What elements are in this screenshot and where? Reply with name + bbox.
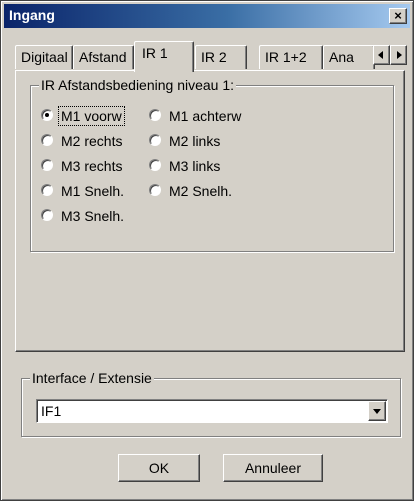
- ok-button[interactable]: OK: [118, 454, 200, 482]
- tab-label: Digitaal: [21, 49, 68, 65]
- arrow-left-icon: [378, 51, 383, 59]
- tab-ir2[interactable]: IR 2: [195, 45, 247, 69]
- close-icon: ×: [394, 8, 402, 23]
- radio-indicator: [149, 159, 161, 171]
- tab-scroll-right-button[interactable]: [390, 45, 407, 65]
- interface-dropdown-button[interactable]: [368, 401, 386, 421]
- ok-button-label: OK: [148, 460, 170, 476]
- window-title: Ingang: [9, 7, 55, 23]
- tab-label: IR 1+2: [265, 49, 307, 65]
- radio-indicator: [41, 109, 53, 121]
- chevron-down-icon: [373, 409, 381, 414]
- tab-label: Afstand: [79, 49, 127, 65]
- ir-groupbox: IR Afstandsbediening niveau 1: M1 voorw …: [30, 77, 394, 252]
- tab-scroll-left-button[interactable]: [373, 45, 390, 65]
- radio-indicator: [149, 109, 161, 121]
- tab-strip: Digitaal Afstand IR 1 IR 2 IR 1+2 Ana: [15, 41, 407, 72]
- tab-label: Ana: [329, 49, 354, 65]
- radio-indicator: [41, 134, 53, 146]
- close-button[interactable]: ×: [389, 8, 407, 24]
- radio-label: M1 voorw: [58, 106, 125, 126]
- interface-groupbox: Interface / Extensie IF1: [21, 370, 401, 437]
- radio-label: M1 achterw: [169, 108, 242, 124]
- interface-select-value: IF1: [41, 403, 62, 419]
- tab-digitaal[interactable]: Digitaal: [15, 45, 73, 69]
- radio-indicator: [41, 159, 53, 171]
- ir-group-legend: IR Afstandsbediening niveau 1:: [39, 77, 237, 93]
- tab-ir1[interactable]: IR 1: [134, 41, 194, 72]
- tab-ir1-2[interactable]: IR 1+2: [259, 45, 323, 69]
- radio-indicator: [149, 134, 161, 146]
- radio-label: M2 Snelh.: [169, 183, 233, 199]
- radio-label: M3 links: [169, 158, 221, 174]
- radio-label: M3 Snelh.: [61, 208, 125, 224]
- radio-label: M2 links: [169, 133, 221, 149]
- title-bar[interactable]: Ingang ×: [4, 4, 410, 28]
- tab-afstand[interactable]: Afstand: [73, 45, 134, 69]
- tab-label: IR 1: [142, 45, 168, 61]
- radio-indicator: [41, 209, 53, 221]
- radio-indicator: [149, 184, 161, 196]
- arrow-right-icon: [397, 51, 402, 59]
- tab-scroll-arrows: [373, 45, 407, 65]
- interface-group-legend: Interface / Extensie: [30, 370, 154, 386]
- radio-label: M3 rechts: [61, 158, 123, 174]
- interface-select[interactable]: IF1: [36, 399, 388, 423]
- radio-label: M1 Snelh.: [61, 183, 125, 199]
- radio-label: M2 rechts: [61, 133, 123, 149]
- cancel-button[interactable]: Annuleer: [223, 454, 323, 482]
- tab-panel: IR Afstandsbediening niveau 1: M1 voorw …: [15, 70, 405, 352]
- dialog-window: Ingang × Digitaal Afstand IR 1 IR 2 IR 1…: [0, 0, 414, 501]
- tab-label: IR 2: [201, 49, 227, 65]
- radio-indicator: [41, 184, 53, 196]
- tab-ana[interactable]: Ana: [323, 45, 375, 69]
- cancel-button-label: Annuleer: [244, 460, 302, 476]
